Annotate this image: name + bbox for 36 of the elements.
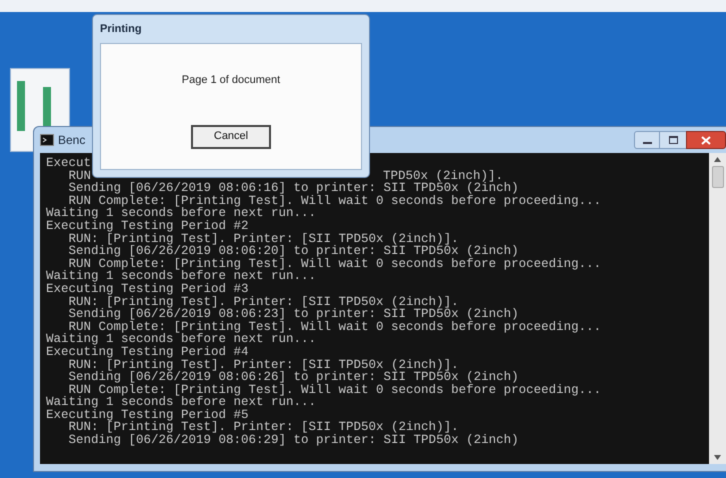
console-line: Sending [06/26/2019 08:06:29] to printer: SII TPD50x (2inch) (68, 434, 519, 447)
close-icon (701, 136, 711, 144)
console-line: RUN: [Printing Test]. Printer: [SII TPD50x (2inch)]. (68, 358, 459, 372)
console-line: RUN (68, 170, 92, 182)
console-line: Executing Testing Period #5 (46, 408, 249, 422)
console-line: RUN: [Printing Test]. Printer: [SII TPD50x (2inch)]. (68, 232, 459, 246)
console-line: Sending [06/26/2019 08:06:23] to printer: SII TPD50x (2inch) (68, 308, 519, 321)
console-line: Executing Testing Period #4 (46, 346, 249, 358)
console-line: Waiting 1 seconds before next run... (46, 396, 316, 409)
dialog-title: Printing (100, 22, 142, 37)
console-line: RUN Complete: [Printing Test]. Will wait 0 seconds before proceeding... (68, 320, 602, 334)
cancel-button[interactable]: Cancel (191, 124, 271, 148)
console-line: Execut (46, 157, 92, 170)
console-line: Waiting 1 seconds before next run... (46, 270, 316, 283)
console-line: TPD50x (2inch)]. (383, 170, 504, 182)
scroll-up-icon[interactable] (714, 157, 721, 162)
dialog-message: Page 1 of document (182, 73, 280, 88)
console-line: Executing Testing Period #3 (46, 282, 249, 296)
console-line: RUN Complete: [Printing Test]. Will wait 0 seconds before proceeding... (68, 384, 602, 396)
console-icon (40, 134, 54, 146)
console-line: Sending [06/26/2019 08:06:26] to printer: SII TPD50x (2inch) (68, 371, 519, 384)
console-line: Waiting 1 seconds before next run... (46, 207, 316, 220)
console-line: Waiting 1 seconds before next run... (46, 333, 316, 346)
console-line: RUN Complete: [Printing Test]. Will wait 0 seconds before proceeding... (68, 258, 602, 270)
window-title: Benc (58, 132, 86, 149)
console-line: Sending [06/26/2019 08:06:16] to printer: SII TPD50x (2inch) (68, 182, 519, 195)
console-line: Sending [06/26/2019 08:06:20] to printer: SII TPD50x (2inch) (68, 245, 519, 258)
close-button[interactable] (686, 131, 726, 149)
minimize-button[interactable] (634, 131, 660, 149)
console-line: RUN: [Printing Test]. Printer: [SII TPD50x (2inch)]. (68, 421, 459, 434)
scroll-thumb (712, 166, 724, 188)
console-line: RUN Complete: [Printing Test]. Will wait 0 seconds before proceeding... (68, 194, 602, 208)
console-line: RUN: [Printing Test]. Printer: [SII TPD50x (2inch)]. (68, 296, 459, 308)
scroll-down-icon[interactable] (714, 455, 721, 460)
maximize-button[interactable] (660, 131, 686, 149)
console-line: Executing Testing Period #2 (46, 220, 249, 233)
